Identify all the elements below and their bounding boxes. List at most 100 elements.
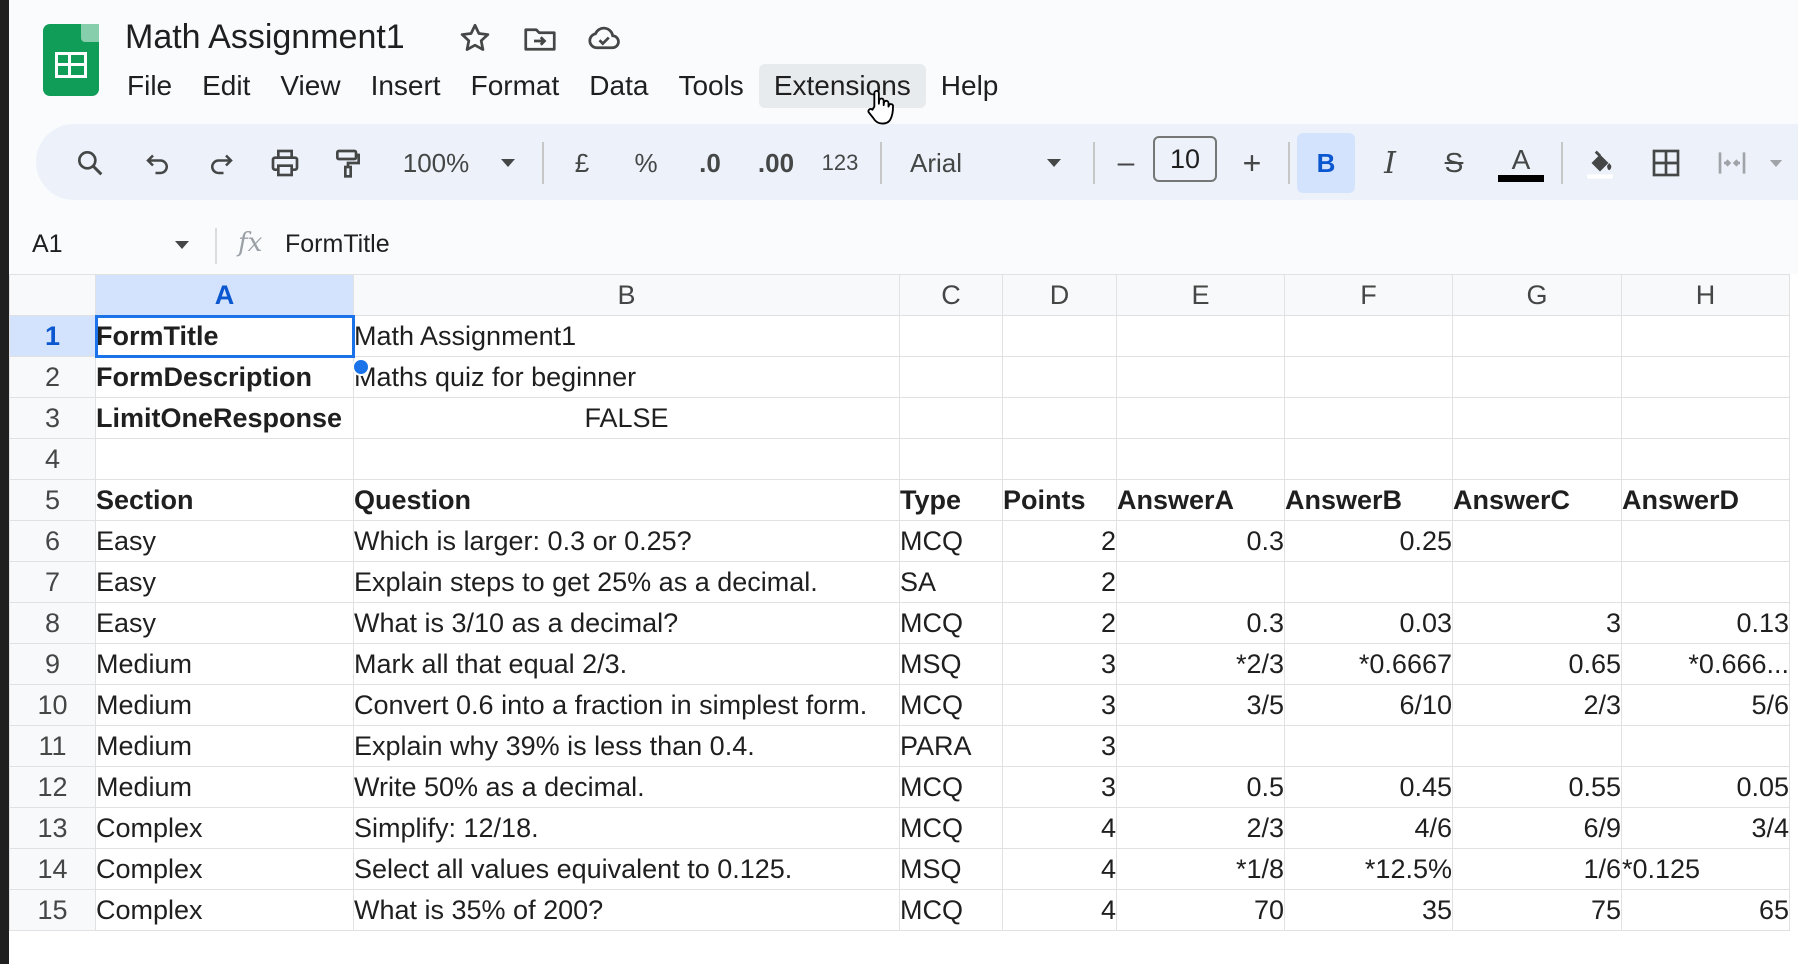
menu-insert[interactable]: Insert <box>356 64 456 108</box>
cell-f14[interactable]: *12.5% <box>1284 848 1453 890</box>
menu-help[interactable]: Help <box>926 64 1014 108</box>
cell-b7[interactable]: Explain steps to get 25% as a decimal. <box>353 561 900 603</box>
cell-b1[interactable]: Math Assignment1 <box>353 315 900 357</box>
cell-c4[interactable] <box>899 438 1003 480</box>
currency-format-button[interactable]: £ <box>568 140 596 186</box>
cell-b4[interactable] <box>353 438 900 480</box>
cell-e12[interactable]: 0.5 <box>1116 766 1285 808</box>
cell-f15[interactable]: 35 <box>1284 889 1453 931</box>
menu-format[interactable]: Format <box>456 64 575 108</box>
cell-h5[interactable]: AnswerD <box>1621 479 1790 521</box>
cell-a7[interactable]: Easy <box>95 561 354 603</box>
cell-e9[interactable]: *2/3 <box>1116 643 1285 685</box>
cell-h8[interactable]: 0.13 <box>1621 602 1790 644</box>
cell-d12[interactable]: 3 <box>1002 766 1117 808</box>
select-all-corner[interactable] <box>9 274 96 316</box>
cell-c5[interactable]: Type <box>899 479 1003 521</box>
row-header[interactable]: 6 <box>9 520 96 562</box>
cell-g3[interactable] <box>1452 397 1622 439</box>
italic-button[interactable]: I <box>1373 140 1407 186</box>
cell-a8[interactable]: Easy <box>95 602 354 644</box>
cell-e13[interactable]: 2/3 <box>1116 807 1285 849</box>
cell-d2[interactable] <box>1002 356 1117 398</box>
more-formats-button[interactable]: 123 <box>818 140 862 186</box>
cell-g1[interactable] <box>1452 315 1622 357</box>
cell-h10[interactable]: 5/6 <box>1621 684 1790 726</box>
menu-edit[interactable]: Edit <box>187 64 265 108</box>
column-header-g[interactable]: G <box>1452 274 1622 316</box>
star-icon[interactable] <box>457 20 493 56</box>
cell-e14[interactable]: *1/8 <box>1116 848 1285 890</box>
cell-d13[interactable]: 4 <box>1002 807 1117 849</box>
cell-b3[interactable]: FALSE <box>353 397 900 439</box>
cell-a4[interactable] <box>95 438 354 480</box>
zoom-select[interactable]: 100% <box>396 140 476 186</box>
strikethrough-button[interactable]: S <box>1437 140 1471 186</box>
font-size-input[interactable]: 10 <box>1153 136 1217 182</box>
cell-h12[interactable]: 0.05 <box>1621 766 1790 808</box>
decrease-decimal-button[interactable]: .0 <box>690 140 730 186</box>
cell-d8[interactable]: 2 <box>1002 602 1117 644</box>
name-box[interactable]: A1 <box>32 230 63 259</box>
menu-view[interactable]: View <box>265 64 355 108</box>
cell-c3[interactable] <box>899 397 1003 439</box>
row-header[interactable]: 11 <box>9 725 96 767</box>
row-header[interactable]: 7 <box>9 561 96 603</box>
cell-a12[interactable]: Medium <box>95 766 354 808</box>
cell-b13[interactable]: Simplify: 12/18. <box>353 807 900 849</box>
cell-d11[interactable]: 3 <box>1002 725 1117 767</box>
row-header[interactable]: 8 <box>9 602 96 644</box>
row-header[interactable]: 1 <box>9 315 96 357</box>
cell-f10[interactable]: 6/10 <box>1284 684 1453 726</box>
percent-format-button[interactable]: % <box>630 140 662 186</box>
cell-h3[interactable] <box>1621 397 1790 439</box>
cell-g15[interactable]: 75 <box>1452 889 1622 931</box>
cell-d7[interactable]: 2 <box>1002 561 1117 603</box>
menu-data[interactable]: Data <box>574 64 663 108</box>
increase-font-size-button[interactable]: + <box>1236 140 1268 186</box>
cell-b6[interactable]: Which is larger: 0.3 or 0.25? <box>353 520 900 562</box>
cell-f3[interactable] <box>1284 397 1453 439</box>
font-select[interactable]: Arial <box>910 140 980 186</box>
borders-icon[interactable] <box>1648 140 1684 186</box>
row-header[interactable]: 2 <box>9 356 96 398</box>
fill-handle[interactable] <box>352 358 370 376</box>
cell-a5[interactable]: Section <box>95 479 354 521</box>
column-header-c[interactable]: C <box>899 274 1003 316</box>
cell-a2[interactable]: FormDescription <box>95 356 354 398</box>
cell-c10[interactable]: MCQ <box>899 684 1003 726</box>
formula-input[interactable]: FormTitle <box>285 230 390 259</box>
cell-g14[interactable]: 1/6 <box>1452 848 1622 890</box>
cell-b8[interactable]: What is 3/10 as a decimal? <box>353 602 900 644</box>
cell-g6[interactable] <box>1452 520 1622 562</box>
cell-f7[interactable] <box>1284 561 1453 603</box>
cell-g9[interactable]: 0.65 <box>1452 643 1622 685</box>
cell-d3[interactable] <box>1002 397 1117 439</box>
merge-dropdown-icon[interactable] <box>1766 140 1786 186</box>
cell-b5[interactable]: Question <box>353 479 900 521</box>
cell-e3[interactable] <box>1116 397 1285 439</box>
cell-a10[interactable]: Medium <box>95 684 354 726</box>
cell-c9[interactable]: MSQ <box>899 643 1003 685</box>
cell-h9[interactable]: *0.666... <box>1621 643 1790 685</box>
cell-c1[interactable] <box>899 315 1003 357</box>
cell-f8[interactable]: 0.03 <box>1284 602 1453 644</box>
row-header[interactable]: 4 <box>9 438 96 480</box>
row-header[interactable]: 12 <box>9 766 96 808</box>
row-header[interactable]: 5 <box>9 479 96 521</box>
cell-d10[interactable]: 3 <box>1002 684 1117 726</box>
cell-h6[interactable] <box>1621 520 1790 562</box>
cell-e15[interactable]: 70 <box>1116 889 1285 931</box>
cell-g13[interactable]: 6/9 <box>1452 807 1622 849</box>
cell-g5[interactable]: AnswerC <box>1452 479 1622 521</box>
cell-d1[interactable] <box>1002 315 1117 357</box>
fill-color-icon[interactable] <box>1580 140 1620 186</box>
cell-e5[interactable]: AnswerA <box>1116 479 1285 521</box>
column-header-h[interactable]: H <box>1621 274 1790 316</box>
cell-d5[interactable]: Points <box>1002 479 1117 521</box>
column-header-d[interactable]: D <box>1002 274 1117 316</box>
cell-b2[interactable]: Maths quiz for beginner <box>353 356 900 398</box>
cell-h7[interactable] <box>1621 561 1790 603</box>
cell-h2[interactable] <box>1621 356 1790 398</box>
cell-f9[interactable]: *0.6667 <box>1284 643 1453 685</box>
